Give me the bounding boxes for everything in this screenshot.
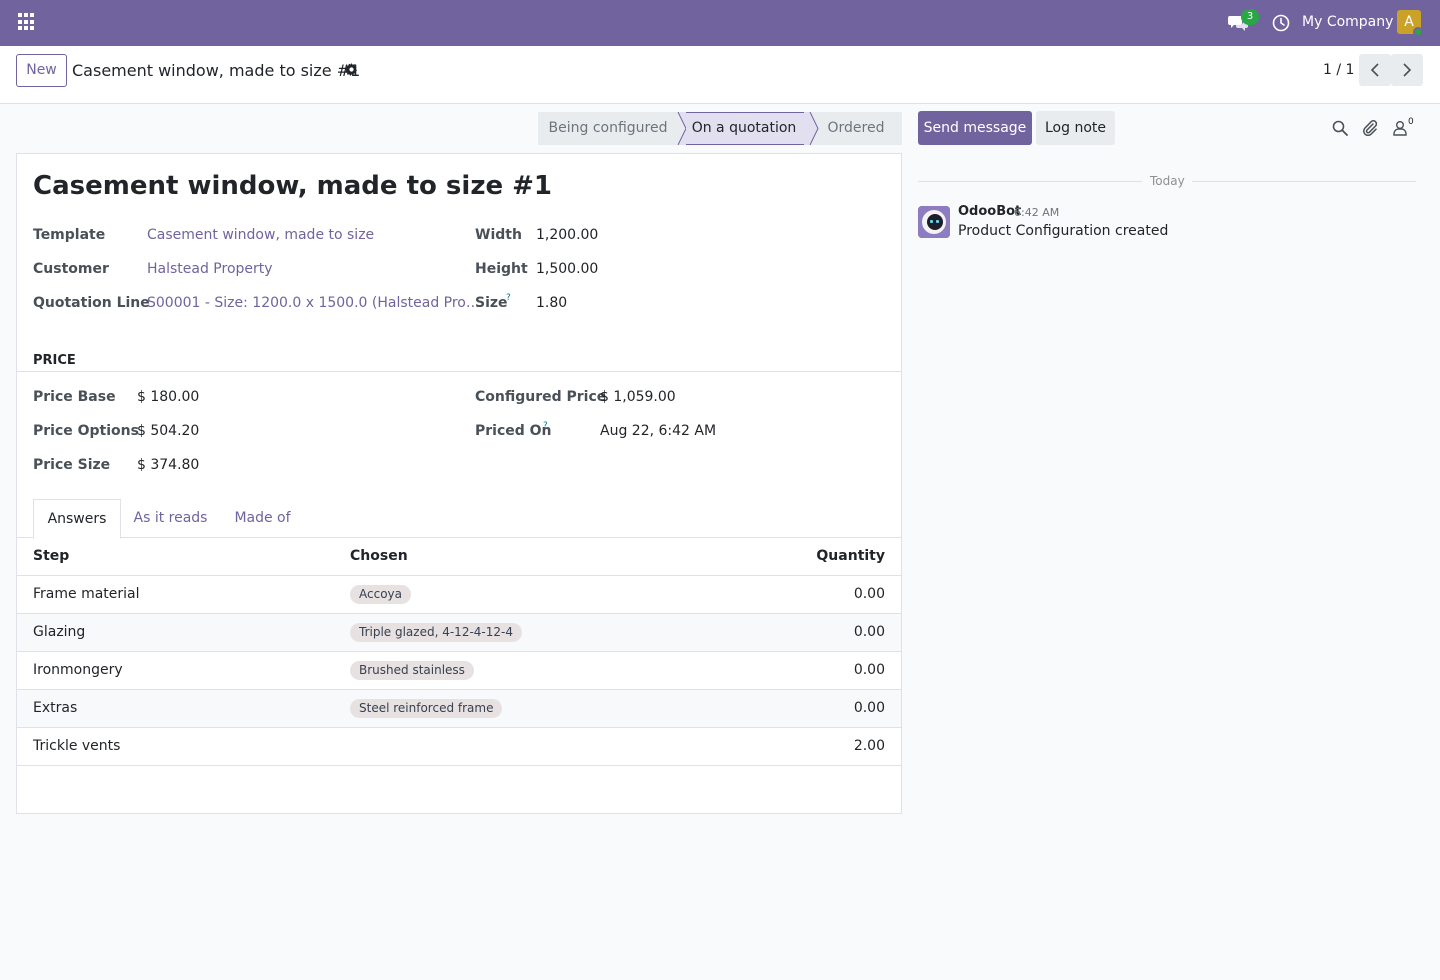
online-status-dot [1413, 27, 1423, 37]
height-value[interactable]: 1,500.00 [536, 261, 598, 277]
chosen-tag: Accoya [350, 585, 411, 604]
gear-icon[interactable] [345, 63, 358, 76]
top-navbar [0, 0, 1440, 46]
price-base-value: $ 180.00 [137, 389, 200, 405]
size-value: 1.80 [536, 295, 568, 311]
quantity-cell: 0.00 [853, 586, 885, 602]
price-size-value: $ 374.80 [137, 457, 200, 473]
template-value[interactable]: Casement window, made to size [147, 227, 374, 243]
size-help-tooltip[interactable]: ? [506, 293, 511, 303]
log-note-button[interactable]: Log note [1036, 111, 1115, 145]
height-label: Height [475, 261, 528, 277]
price-options-value: $ 504.20 [137, 423, 200, 439]
pager-previous-button[interactable] [1359, 54, 1391, 86]
notebook-tabs: Answers As it reads Made of [17, 499, 901, 539]
quantity-cell: 0.00 [853, 624, 885, 640]
table-row[interactable]: Glazing Triple glazed, 4-12-4-12-4 0.00 [17, 614, 901, 652]
price-size-label: Price Size [33, 457, 111, 473]
apps-menu-icon[interactable] [18, 13, 36, 31]
step-cell: Ironmongery [33, 662, 123, 678]
section-divider [17, 371, 901, 372]
messages-count-badge: 3 [1241, 9, 1259, 25]
breadcrumb: Casement window, made to size #1 [72, 61, 361, 80]
message-author[interactable]: OdooBot [958, 204, 1021, 219]
stage-ordered[interactable]: Ordered [810, 112, 902, 145]
odoobot-avatar[interactable] [918, 206, 950, 238]
answers-table: Step Chosen Quantity Frame material Acco… [17, 538, 901, 766]
price-section-title: PRICE [33, 353, 76, 368]
template-label: Template [33, 227, 106, 243]
stage-arrow-separator [804, 112, 820, 145]
paperclip-icon[interactable] [1362, 120, 1378, 136]
message-time: 6:42 AM [1014, 206, 1060, 219]
column-step[interactable]: Step [33, 548, 69, 564]
price-base-label: Price Base [33, 389, 116, 405]
step-cell: Trickle vents [33, 738, 121, 754]
record-title[interactable]: Casement window, made to size #1 [33, 171, 552, 201]
followers-count: 0 [1408, 117, 1414, 127]
table-row[interactable]: Trickle vents 2.00 [17, 728, 901, 766]
form-sheet: Casement window, made to size #1 Templat… [16, 153, 902, 814]
robot-face-icon [918, 206, 950, 238]
activity-clock-icon[interactable] [1272, 14, 1290, 32]
quotation-line-label: Quotation Line [33, 295, 150, 311]
tab-answers[interactable]: Answers [33, 499, 121, 539]
width-label: Width [475, 227, 522, 243]
search-icon[interactable] [1332, 120, 1348, 136]
chevron-right-icon [1403, 63, 1412, 77]
step-cell: Extras [33, 700, 78, 716]
pager-value[interactable]: 1 / 1 [1323, 62, 1354, 78]
column-quantity[interactable]: Quantity [816, 548, 885, 564]
table-header: Step Chosen Quantity [17, 538, 901, 576]
day-divider-right [1192, 181, 1416, 182]
step-cell: Glazing [33, 624, 86, 640]
configured-price-label: Configured Price [475, 389, 607, 405]
stage-being-configured[interactable]: Being configured [538, 112, 678, 145]
priced-on-help-tooltip[interactable]: ? [543, 421, 548, 431]
stage-on-a-quotation[interactable]: On a quotation [678, 112, 810, 145]
priced-on-value: Aug 22, 6:42 AM [600, 423, 717, 439]
new-button[interactable]: New [16, 54, 67, 87]
table-row[interactable]: Ironmongery Brushed stainless 0.00 [17, 652, 901, 690]
day-divider-left [918, 181, 1142, 182]
quotation-line-value[interactable]: S00001 - Size: 1200.0 x 1500.0 (Halstead… [147, 295, 480, 311]
stage-arrow-separator [670, 112, 686, 145]
size-label: Size [475, 295, 508, 311]
column-chosen[interactable]: Chosen [350, 548, 408, 564]
step-cell: Frame material [33, 586, 140, 602]
day-label: Today [1150, 174, 1185, 188]
configured-price-value: $ 1,059.00 [600, 389, 676, 405]
quantity-cell: 2.00 [853, 738, 885, 754]
tab-made-of[interactable]: Made of [220, 499, 305, 538]
tab-as-it-reads[interactable]: As it reads [121, 499, 220, 538]
priced-on-label: Priced On [475, 423, 552, 439]
followers-user-icon[interactable] [1393, 120, 1407, 136]
control-panel: New Casement window, made to size #1 1 /… [0, 46, 1440, 104]
table-row[interactable]: Frame material Accoya 0.00 [17, 576, 901, 614]
send-message-button[interactable]: Send message [918, 111, 1032, 145]
quantity-cell: 0.00 [853, 700, 885, 716]
customer-label: Customer [33, 261, 109, 277]
quantity-cell: 0.00 [853, 662, 885, 678]
chosen-tag: Steel reinforced frame [350, 699, 503, 718]
company-switcher[interactable]: My Company [1302, 14, 1393, 30]
chosen-tag: Brushed stainless [350, 661, 474, 680]
pager-next-button[interactable] [1391, 54, 1423, 86]
message-body: Product Configuration created [958, 223, 1169, 239]
width-value[interactable]: 1,200.00 [536, 227, 598, 243]
table-row[interactable]: Extras Steel reinforced frame 0.00 [17, 690, 901, 728]
price-options-label: Price Options [33, 423, 139, 439]
chevron-left-icon [1370, 63, 1379, 77]
chosen-tag: Triple glazed, 4-12-4-12-4 [350, 623, 522, 642]
customer-value[interactable]: Halstead Property [147, 261, 273, 277]
